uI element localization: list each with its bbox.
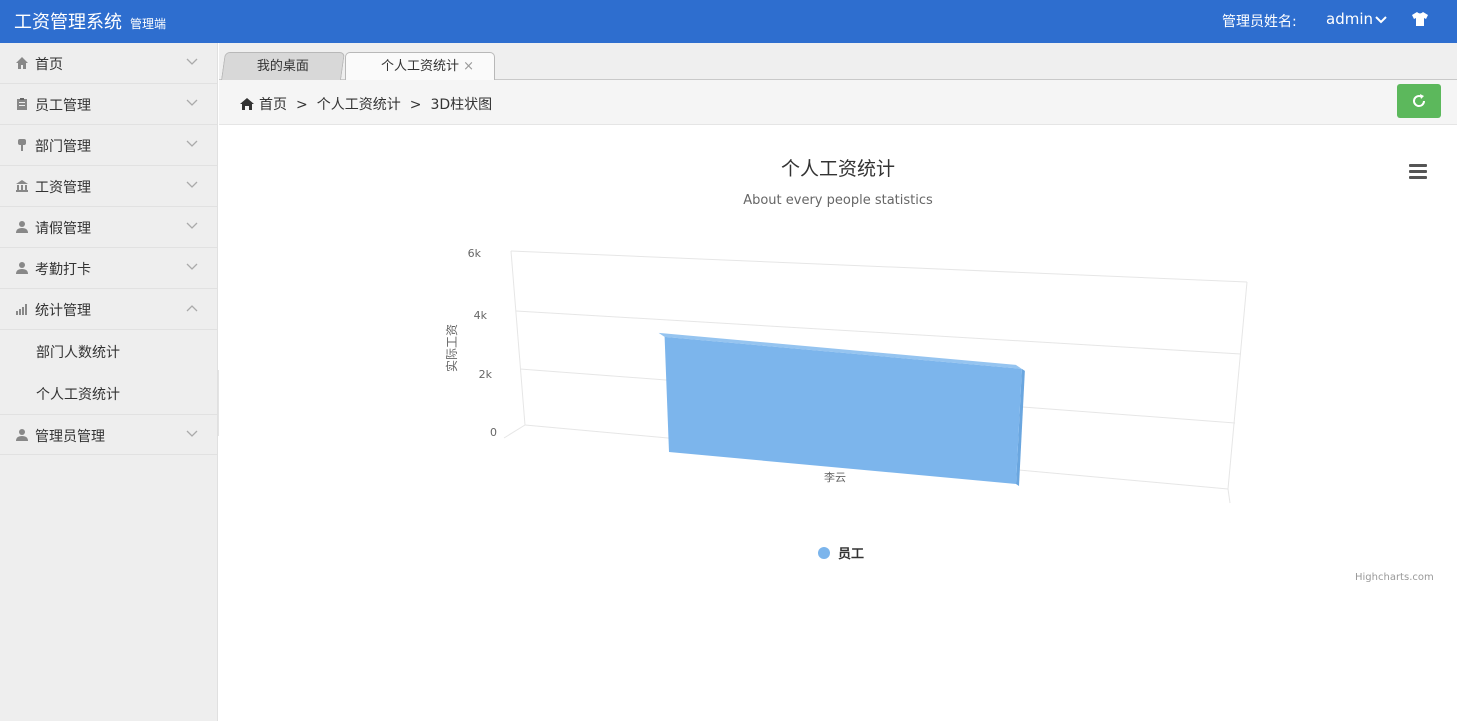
chevron-down-icon (186, 181, 198, 188)
user-icon (16, 429, 28, 441)
tab-label: 我的桌面 (256, 59, 309, 74)
chevron-up-icon (186, 305, 198, 312)
chevron-down-icon (186, 263, 198, 270)
top-header: 工资管理系统 管理端 管理员姓名: admin (0, 0, 1457, 43)
app-title: 工资管理系统 (14, 12, 122, 33)
chevron-down-icon (186, 99, 198, 106)
breadcrumb-separator: > (409, 97, 422, 113)
sidebar-item-leave[interactable]: 请假管理 (0, 207, 217, 248)
home-icon (16, 57, 28, 69)
tab-label: 个人工资统计 (380, 59, 459, 74)
legend-item-label: 员工 (838, 547, 864, 562)
sidebar-item-employees[interactable]: 员工管理 (0, 84, 217, 125)
breadcrumb-home[interactable]: 首页 (259, 97, 287, 113)
chart-bars (658, 332, 1025, 486)
sidebar-item-salary[interactable]: 工资管理 (0, 166, 217, 207)
sidebar-item-label: 统计管理 (35, 303, 91, 319)
home-icon (240, 98, 254, 110)
sidebar-item-label: 部门管理 (35, 139, 91, 155)
pushpin-icon (18, 139, 26, 151)
breadcrumb-separator: > (296, 97, 308, 113)
breadcrumb: 首页 > 个人工资统计 >3D柱状图 (240, 94, 492, 114)
chevron-down-icon (186, 140, 198, 147)
admin-label: 管理员姓名: (1222, 14, 1297, 30)
sidebar-item-label: 请假管理 (35, 221, 91, 237)
sidebar-item-label: 工资管理 (35, 180, 91, 196)
y-tick-label: 4k (474, 309, 488, 322)
sidebar-item-label: 首页 (35, 57, 63, 73)
gridline (510, 250, 526, 426)
chart-container: 个人工资统计 About every people statistics 6k … (219, 125, 1457, 721)
tab-my-desktop[interactable]: 我的桌面 (221, 52, 345, 80)
gridline (1227, 281, 1248, 490)
tab-close-icon[interactable]: × (463, 53, 474, 81)
sidebar-subitem-personal-salary[interactable]: 个人工资统计 (0, 372, 217, 414)
y-axis: 6k 4k 2k 0 (468, 247, 497, 439)
gridline (503, 424, 526, 439)
sidebar: 首页 员工管理 部门管理 工资管理 请假管理 考勤打卡 统计管理 部门人数统计 … (0, 43, 218, 721)
legend-marker (818, 547, 830, 559)
y-tick-label: 2k (479, 368, 493, 381)
y-tick-label: 6k (468, 247, 482, 260)
refresh-button[interactable] (1397, 84, 1441, 118)
bank-icon (16, 180, 28, 192)
y-tick-label: 0 (490, 426, 497, 439)
bar-front-face[interactable] (664, 336, 1022, 484)
user-icon (16, 221, 28, 233)
sidebar-item-label: 考勤打卡 (35, 262, 91, 278)
app-subtitle: 管理端 (130, 17, 167, 31)
sidebar-subitem-dept-count[interactable]: 部门人数统计 (0, 330, 217, 372)
chart-legend[interactable]: 员工 (818, 547, 864, 562)
breadcrumb-current: 3D柱状图 (430, 97, 493, 113)
stats-icon (16, 304, 27, 315)
tab-bar: 我的桌面 个人工资统计 × (219, 43, 1457, 81)
gridline (510, 250, 1248, 283)
chevron-down-icon (1375, 15, 1387, 23)
sidebar-item-label: 员工管理 (35, 98, 91, 114)
sidebar-subitem-label: 个人工资统计 (36, 387, 120, 403)
sidebar-item-statistics[interactable]: 统计管理 (0, 289, 217, 330)
admin-name: admin (1326, 10, 1373, 28)
sidebar-subitem-label: 部门人数统计 (36, 345, 120, 361)
y-axis-title: 实际工资 (444, 324, 459, 372)
clipboard-icon (17, 98, 27, 110)
chart-credits[interactable]: Highcharts.com (1355, 572, 1434, 583)
admin-menu[interactable]: admin (1326, 10, 1387, 28)
sidebar-item-home[interactable]: 首页 (0, 43, 217, 84)
shirt-icon[interactable] (1411, 11, 1429, 27)
refresh-icon (1413, 94, 1426, 107)
tab-personal-salary[interactable]: 个人工资统计 × (345, 52, 495, 81)
sidebar-item-admins[interactable]: 管理员管理 (0, 414, 217, 455)
user-icon (16, 262, 28, 274)
chevron-down-icon (186, 58, 198, 65)
breadcrumb-personal-salary[interactable]: 个人工资统计 (317, 97, 401, 113)
app-logo[interactable]: 工资管理系统 管理端 (14, 8, 166, 34)
sidebar-item-label: 管理员管理 (35, 429, 105, 445)
chevron-down-icon (186, 430, 198, 437)
chevron-down-icon (186, 222, 198, 229)
sidebar-item-attendance[interactable]: 考勤打卡 (0, 248, 217, 289)
chart-plot: 6k 4k 2k 0 实际工资 李云 员工 (444, 247, 1248, 562)
gridline (515, 310, 1242, 355)
gridline (1227, 488, 1231, 504)
breadcrumb-bar: 首页 > 个人工资统计 >3D柱状图 (219, 80, 1457, 125)
sidebar-item-departments[interactable]: 部门管理 (0, 125, 217, 166)
x-tick-label: 李云 (824, 470, 846, 484)
